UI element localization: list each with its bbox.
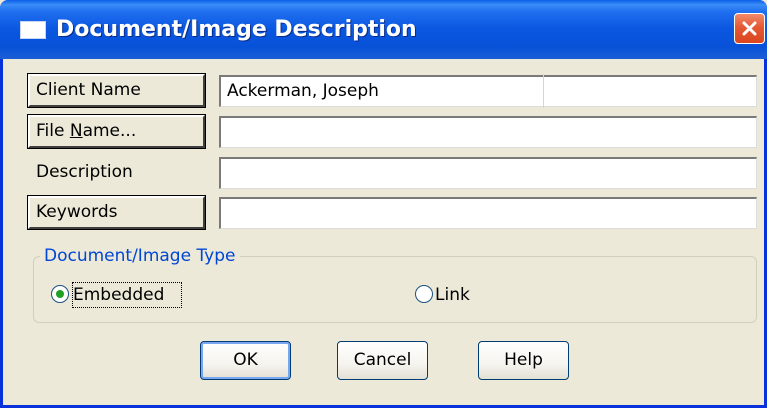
cancel-button[interactable]: Cancel xyxy=(337,341,428,380)
client-name-button[interactable]: Client Name xyxy=(27,73,206,108)
embedded-radio[interactable] xyxy=(51,285,69,303)
title-bar[interactable]: Document/Image Description xyxy=(0,0,767,59)
close-button[interactable] xyxy=(734,13,765,44)
client-name-divider xyxy=(543,74,544,108)
help-button[interactable]: Help xyxy=(478,341,569,380)
file-name-field[interactable] xyxy=(219,116,757,148)
link-radio[interactable] xyxy=(415,285,433,303)
description-field[interactable] xyxy=(219,157,757,189)
file-name-button[interactable]: File Name... xyxy=(27,114,206,149)
window-title: Document/Image Description xyxy=(56,17,417,42)
link-radio-label[interactable]: Link xyxy=(435,283,470,307)
client-name-field[interactable]: Ackerman, Joseph xyxy=(219,75,757,107)
window-icon xyxy=(20,21,46,39)
keywords-button[interactable]: Keywords xyxy=(27,195,206,230)
description-label: Description xyxy=(36,162,133,182)
keywords-field[interactable] xyxy=(219,197,757,229)
document-type-legend: Document/Image Type xyxy=(40,244,240,268)
close-x-icon xyxy=(742,21,757,36)
ok-button[interactable]: OK xyxy=(200,341,291,380)
embedded-radio-label[interactable]: Embedded xyxy=(73,283,164,307)
